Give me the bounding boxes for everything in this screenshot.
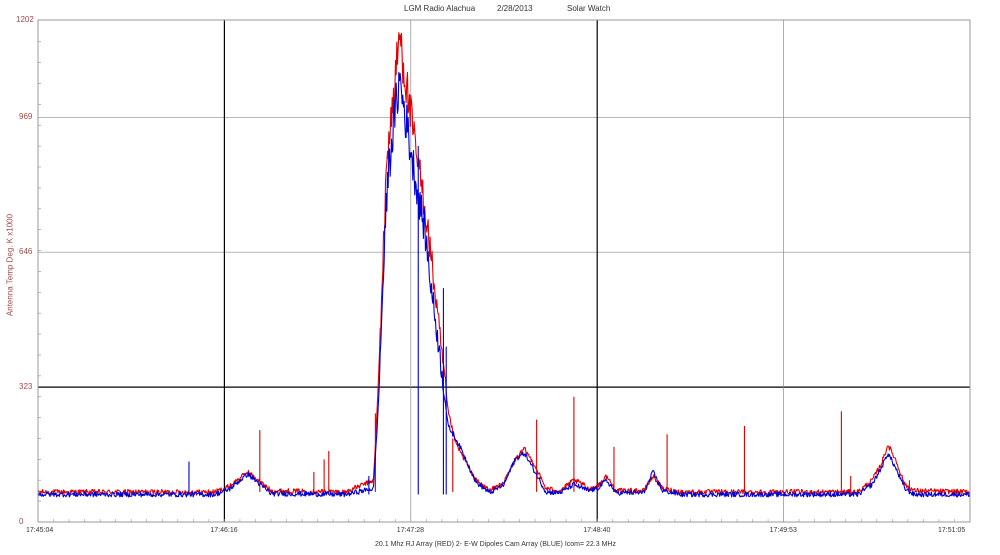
x-tick-label: 17:51:05 bbox=[938, 527, 966, 534]
plot-frame bbox=[37, 19, 971, 523]
x-axis-label: 20.1 Mhz RJ Array (RED) 2- E-W Dipoles C… bbox=[375, 541, 616, 548]
series-red-line bbox=[37, 32, 971, 495]
x-tick-label: 17:46:16 bbox=[210, 527, 238, 534]
axis-layer bbox=[37, 19, 971, 523]
x-tick-label: 17:45:04 bbox=[26, 527, 54, 534]
grid-layer bbox=[38, 20, 970, 522]
x-tick-label: 17:48:40 bbox=[583, 527, 611, 534]
series-blue-line bbox=[37, 71, 971, 498]
y-tick-label: 323 bbox=[19, 382, 33, 392]
solar-watch-chart bbox=[37, 19, 971, 523]
y-tick-label: 0 bbox=[19, 517, 24, 526]
y-tick-label: 969 bbox=[19, 112, 33, 122]
x-tick-label: 17:49:53 bbox=[769, 527, 797, 534]
y-tick-label: 646 bbox=[19, 247, 33, 257]
series-layer bbox=[37, 32, 971, 498]
x-tick-label: 17:47:28 bbox=[396, 527, 425, 534]
y-tick-label: 1202 bbox=[16, 15, 34, 24]
y-axis-label: Antenna Temp Deg. K x1000 bbox=[5, 213, 15, 317]
